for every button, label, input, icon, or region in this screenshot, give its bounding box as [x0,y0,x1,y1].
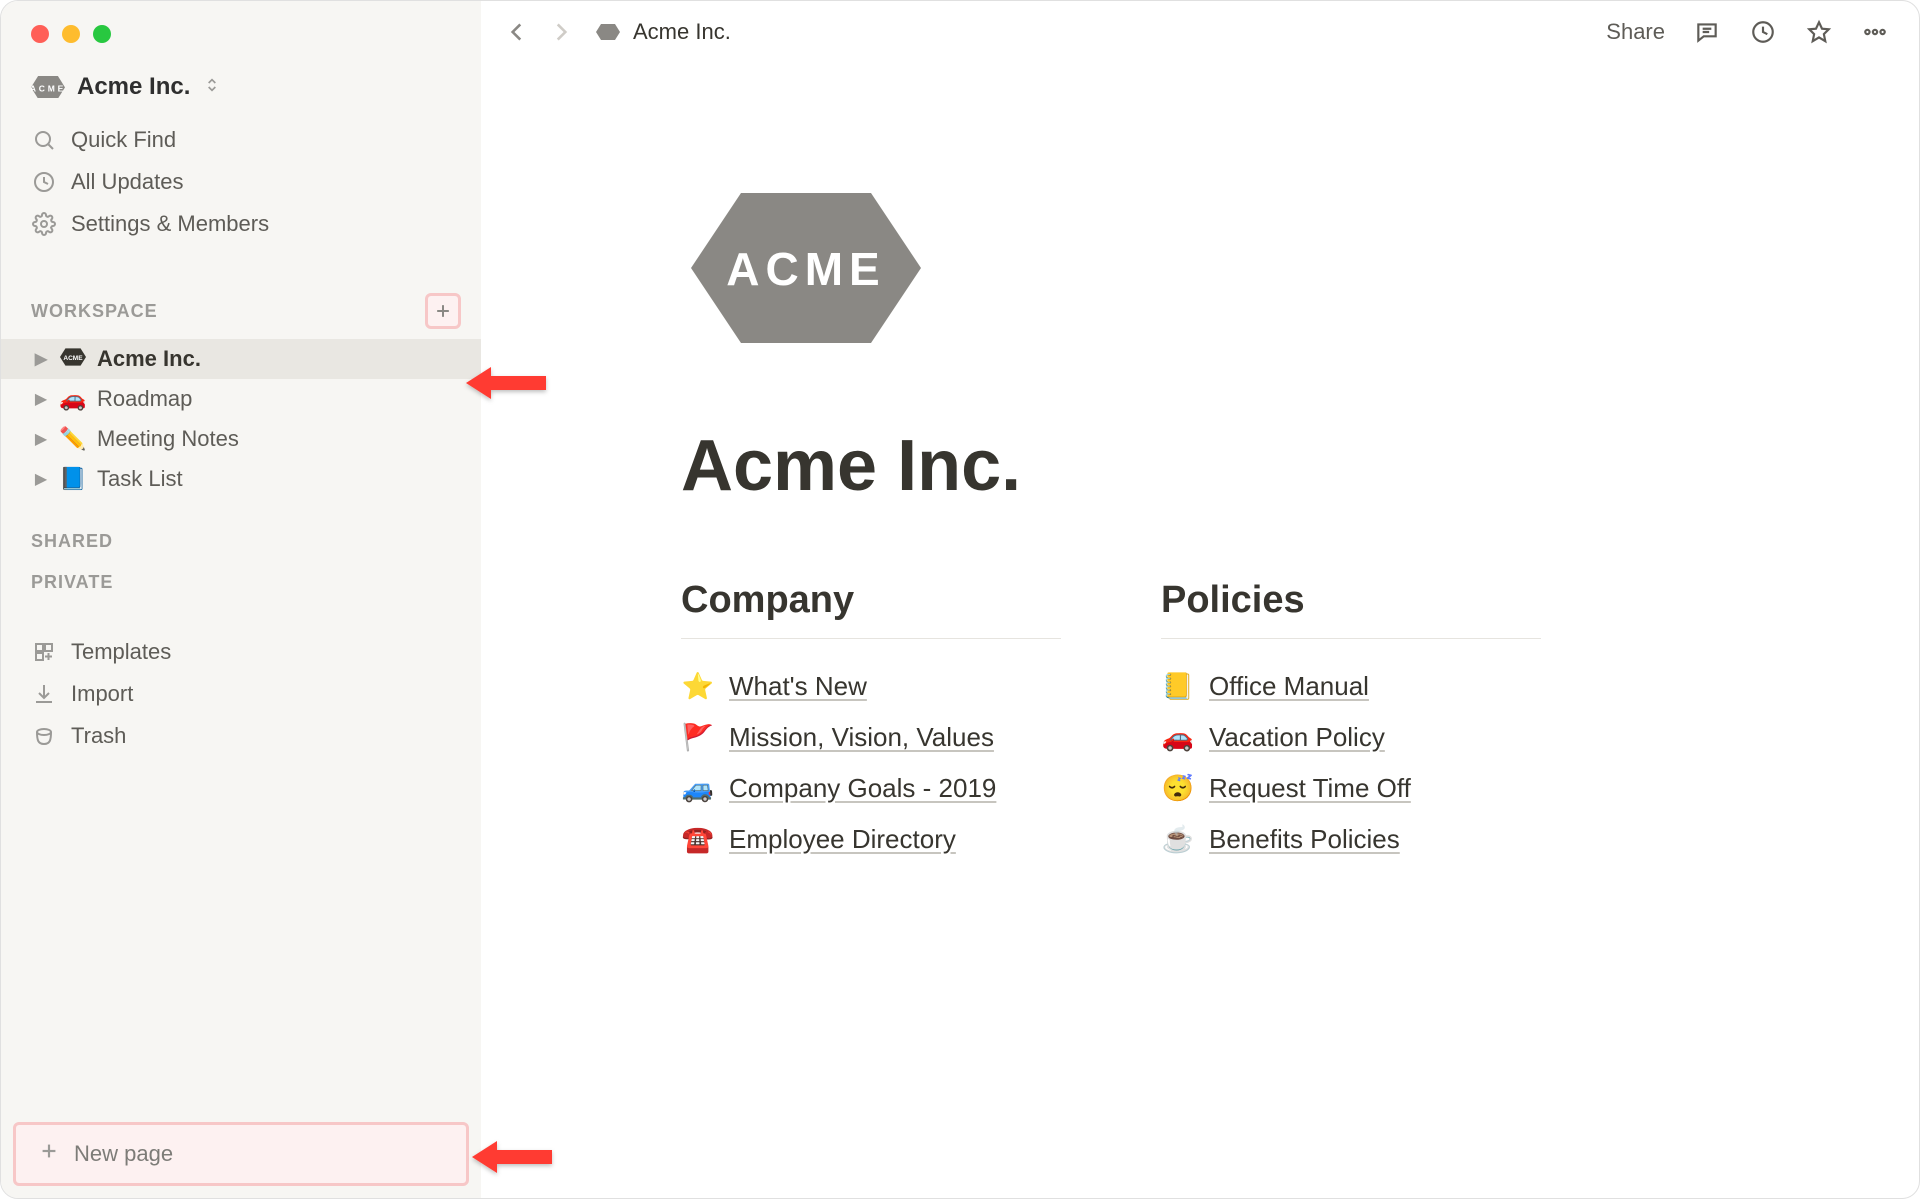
page-cover-logo[interactable]: ACME [681,173,931,363]
private-section-label[interactable]: PRIVATE [1,562,481,603]
svg-text:ACME: ACME [63,355,83,362]
favorite-icon[interactable] [1805,18,1833,46]
search-icon [31,127,57,153]
updates-icon[interactable] [1749,18,1777,46]
settings-members-button[interactable]: Settings & Members [1,203,481,245]
gear-icon [31,211,57,237]
page-emoji-icon: ✏️ [59,426,87,452]
all-updates-button[interactable]: All Updates [1,161,481,203]
window-maximize-button[interactable] [93,25,111,43]
window-close-button[interactable] [31,25,49,43]
page-link[interactable]: ☎️ Employee Directory [681,814,1061,865]
templates-icon [31,639,57,665]
window-minimize-button[interactable] [62,25,80,43]
column-heading[interactable]: Policies [1161,579,1541,639]
comments-icon[interactable] [1693,18,1721,46]
chevron-updown-icon [204,77,220,98]
templates-button[interactable]: Templates [1,631,481,673]
download-icon [31,681,57,707]
page-link[interactable]: ⭐ What's New [681,661,1061,712]
page-item-label: Acme Inc. [97,346,201,372]
sidebar-page-item[interactable]: ▶ ✏️ Meeting Notes [1,419,481,459]
page-item-label: Meeting Notes [97,426,239,452]
workspace-section-header: WORKSPACE [1,257,481,339]
page-emoji-icon: ACME [59,346,87,372]
quick-find-button[interactable]: Quick Find [1,119,481,161]
trash-label: Trash [71,723,126,749]
templates-label: Templates [71,639,171,665]
page-emoji-icon: 📘 [59,466,87,492]
column-heading[interactable]: Company [681,579,1061,639]
svg-text:ACME: ACME [31,83,65,93]
link-label: What's New [729,671,867,702]
link-emoji-icon: 🚗 [1161,722,1195,753]
sidebar: ACME Acme Inc. Quick Find All Updates Se… [1,1,481,1198]
disclosure-triangle-icon[interactable]: ▶ [33,389,49,409]
page-link[interactable]: 🚩 Mission, Vision, Values [681,712,1061,763]
workspace-switcher[interactable]: ACME Acme Inc. [1,63,481,119]
sidebar-page-item[interactable]: ▶ 🚗 Roadmap [1,379,481,419]
link-emoji-icon: ⭐ [681,671,715,702]
link-label: Request Time Off [1209,773,1411,804]
workspace-name: Acme Inc. [77,73,190,101]
breadcrumb-icon [593,21,623,43]
trash-button[interactable]: Trash [1,715,481,757]
clock-icon [31,169,57,195]
page-link[interactable]: 😴 Request Time Off [1161,763,1541,814]
page-emoji-icon: 🚗 [59,386,87,412]
import-button[interactable]: Import [1,673,481,715]
page-link[interactable]: 🚗 Vacation Policy [1161,712,1541,763]
workspace-icon: ACME [31,76,65,98]
window-traffic-lights [1,1,481,63]
share-button[interactable]: Share [1606,19,1665,45]
page-title[interactable]: Acme Inc. [681,425,1541,507]
content-column: Company ⭐ What's New 🚩 Mission, Vision, Valu… [681,579,1061,865]
link-label: Mission, Vision, Values [729,722,994,753]
link-label: Benefits Policies [1209,824,1400,855]
page-link[interactable]: ☕ Benefits Policies [1161,814,1541,865]
nav-forward-button[interactable] [541,12,581,52]
trash-icon [31,723,57,749]
content-columns: Company ⭐ What's New 🚩 Mission, Vision, Valu… [681,579,1541,865]
settings-members-label: Settings & Members [71,211,269,237]
new-page-button[interactable]: New page [13,1122,469,1186]
shared-section-label[interactable]: SHARED [1,521,481,562]
workspace-page-list: ▶ACMEAcme Inc.▶🚗Roadmap▶✏️Meeting Notes▶… [1,339,481,499]
quick-find-label: Quick Find [71,127,176,153]
page-content: ACME Acme Inc. Company ⭐ What's New 🚩 Missio… [481,63,1919,1198]
svg-text:ACME: ACME [726,243,885,295]
add-page-button[interactable] [425,293,461,329]
link-label: Company Goals - 2019 [729,773,996,804]
import-label: Import [71,681,133,707]
nav-back-button[interactable] [497,12,537,52]
more-icon[interactable] [1861,18,1889,46]
disclosure-triangle-icon[interactable]: ▶ [33,429,49,449]
content-column: Policies 📒 Office Manual 🚗 Vacation Policy 😴 R… [1161,579,1541,865]
page-link[interactable]: 📒 Office Manual [1161,661,1541,712]
topbar: Acme Inc. Share [481,1,1919,63]
link-emoji-icon: ☎️ [681,824,715,855]
workspace-section-label: WORKSPACE [31,301,158,322]
link-emoji-icon: ☕ [1161,824,1195,855]
plus-icon [38,1140,60,1168]
disclosure-triangle-icon[interactable]: ▶ [33,349,49,369]
new-page-label: New page [74,1141,173,1167]
sidebar-page-item[interactable]: ▶ ACME Acme Inc. [1,339,481,379]
page-link[interactable]: 🚙 Company Goals - 2019 [681,763,1061,814]
link-emoji-icon: 😴 [1161,773,1195,804]
breadcrumb[interactable]: Acme Inc. [593,19,731,45]
sidebar-page-item[interactable]: ▶ 📘 Task List [1,459,481,499]
page-item-label: Roadmap [97,386,192,412]
breadcrumb-label: Acme Inc. [633,19,731,45]
link-emoji-icon: 📒 [1161,671,1195,702]
link-label: Vacation Policy [1209,722,1385,753]
all-updates-label: All Updates [71,169,184,195]
link-label: Employee Directory [729,824,956,855]
link-label: Office Manual [1209,671,1369,702]
link-emoji-icon: 🚙 [681,773,715,804]
link-emoji-icon: 🚩 [681,722,715,753]
disclosure-triangle-icon[interactable]: ▶ [33,469,49,489]
page-item-label: Task List [97,466,183,492]
